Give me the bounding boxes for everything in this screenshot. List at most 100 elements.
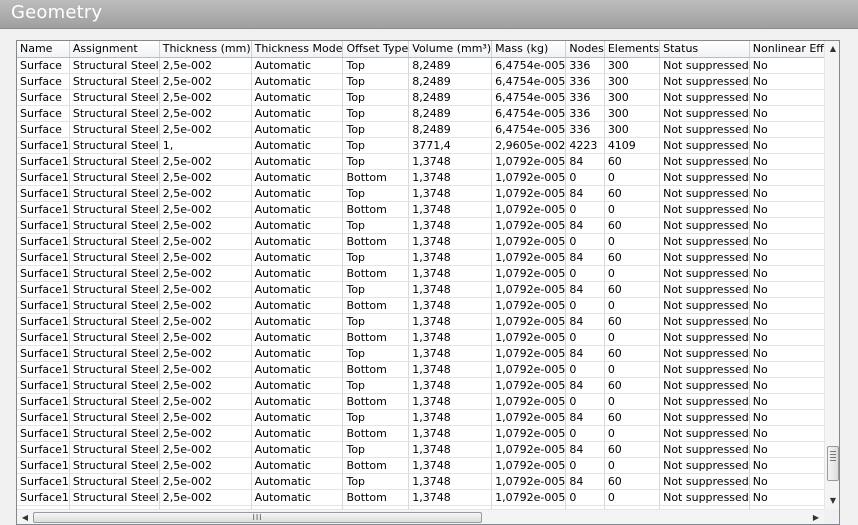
table-cell: Structural Steel xyxy=(69,393,160,410)
table-cell: Surface1 xyxy=(17,313,70,330)
table-cell: 1,0792e-005 xyxy=(491,489,567,506)
vertical-scroll-thumb[interactable] xyxy=(827,446,839,481)
column-header[interactable]: Thickness (mm) xyxy=(159,41,252,58)
table-cell: No xyxy=(749,249,824,266)
table-cell: Surface1 xyxy=(17,169,70,186)
table-cell: Bottom xyxy=(342,489,410,506)
column-header[interactable]: Nodes xyxy=(565,41,605,58)
column-header[interactable]: Thickness Mode xyxy=(251,41,344,58)
column-header[interactable]: Name xyxy=(17,41,70,58)
table-cell: 1,3748 xyxy=(408,473,493,490)
column-header[interactable]: Assignment xyxy=(69,41,160,58)
table-cell: Surface1 xyxy=(17,457,70,474)
table-cell: 1,0792e-005 xyxy=(491,217,567,234)
scroll-down-icon[interactable]: ▼ xyxy=(825,493,839,509)
table-row[interactable]: Surface Structural Steel 2,5e-002 Automatic… xyxy=(17,121,824,138)
table-cell: Bottom xyxy=(342,169,410,186)
table-cell: Top xyxy=(342,281,410,298)
table-cell: No xyxy=(749,105,824,122)
table-cell: No xyxy=(749,121,824,138)
column-header[interactable]: Nonlinear Effects xyxy=(749,41,824,58)
table-cell: Top xyxy=(342,73,410,90)
table-cell: 60 xyxy=(604,217,661,234)
table-cell: 1,3748 xyxy=(408,185,493,202)
table-cell: Not suppressed xyxy=(659,201,750,218)
table-cell: Structural Steel xyxy=(69,73,160,90)
table-row[interactable]: Surface1Structural Steel2,5e-002Automati… xyxy=(17,377,824,394)
table-cell: Automatic xyxy=(251,73,344,90)
table-cell: 1,0792e-005 xyxy=(491,361,567,378)
table-row[interactable]: Surface1Structural Steel2,5e-002Automati… xyxy=(17,313,824,330)
scroll-right-icon[interactable]: ▶ xyxy=(808,510,824,524)
geometry-table: Name Assignment Thickness (mm) Thickness Mo… xyxy=(17,41,824,509)
table-cell: 2,5e-002 xyxy=(159,345,252,362)
table-row[interactable]: Surface1Structural Steel2,5e-002Automati… xyxy=(17,489,824,506)
table-cell: 336 xyxy=(565,121,605,138)
scroll-left-icon[interactable]: ◀ xyxy=(17,510,33,524)
table-row[interactable]: Surface Structural Steel 2,5e-002 Automatic… xyxy=(17,105,824,122)
panel-titlebar: Geometry xyxy=(0,0,858,29)
table-cell: 1,0792e-005 xyxy=(491,313,567,330)
table-row[interactable]: Surface1Structural Steel2,5e-002Automati… xyxy=(17,457,824,474)
table-cell: 0 xyxy=(604,297,661,314)
scroll-up-icon[interactable]: ▲ xyxy=(825,41,839,57)
column-header[interactable]: Volume (mm³) xyxy=(408,41,493,58)
table-cell: 8,2489 xyxy=(408,105,493,122)
table-cell: Top xyxy=(342,57,410,74)
table-cell: 336 xyxy=(565,73,605,90)
table-cell: 2,5e-002 xyxy=(159,265,252,282)
table-row[interactable]: Surface1Structural Steel2,5e-002Automati… xyxy=(17,233,824,250)
table-cell: Top xyxy=(342,121,410,138)
table-cell: 60 xyxy=(604,345,661,362)
table-row[interactable]: Surface Structural Steel 2,5e-002 Automatic… xyxy=(17,57,824,74)
table-cell: 6,4754e-005 xyxy=(491,57,567,74)
table-row[interactable]: Surface1Structural Steel2,5e-002Automati… xyxy=(17,185,824,202)
table-cell: 0 xyxy=(565,233,605,250)
table-cell: Surface1 xyxy=(17,393,70,410)
table-cell: No xyxy=(749,441,824,458)
column-header[interactable]: Elements xyxy=(604,41,661,58)
table-cell: Top xyxy=(342,441,410,458)
table-row[interactable]: Surface1Structural Steel2,5e-002Automati… xyxy=(17,393,824,410)
table-cell: Automatic xyxy=(251,233,344,250)
table-cell: Structural Steel xyxy=(69,345,160,362)
table-row[interactable]: Surface1Structural Steel2,5e-002Automati… xyxy=(17,409,824,426)
column-header[interactable]: Mass (kg) xyxy=(491,41,567,58)
column-header[interactable]: Status xyxy=(659,41,750,58)
table-cell: Surface xyxy=(17,57,70,74)
table-row[interactable]: Surface1Structural Steel2,5e-002Automati… xyxy=(17,169,824,186)
table-row[interactable]: Surface1Structural Steel2,5e-002Automati… xyxy=(17,297,824,314)
table-row[interactable]: Surface1Structural Steel2,5e-002Automati… xyxy=(17,345,824,362)
table-cell: 1,0792e-005 xyxy=(491,249,567,266)
vertical-scrollbar[interactable]: ▲ ▼ xyxy=(824,41,839,509)
table-cell: Surface1 xyxy=(17,409,70,426)
table-row[interactable]: Surface1Structural Steel2,5e-002Automati… xyxy=(17,441,824,458)
table-cell: 1,3748 xyxy=(408,329,493,346)
horizontal-scroll-thumb[interactable]: III xyxy=(33,512,482,523)
horizontal-scrollbar[interactable]: ◀ III ▶ xyxy=(17,509,824,524)
worksheet-frame: Name Assignment Thickness (mm) Thickness Mo… xyxy=(16,40,840,525)
table-cell: 1,3748 xyxy=(408,153,493,170)
table-cell: 1, xyxy=(159,137,252,154)
table-cell: Surface1 xyxy=(17,297,70,314)
table-row[interactable]: Surface1Structural Steel2,5e-002Automati… xyxy=(17,265,824,282)
table-row[interactable]: Surface1 Structural Steel 1, Automatic Top 37… xyxy=(17,137,824,154)
table-row[interactable]: Surface Structural Steel 2,5e-002 Automatic… xyxy=(17,73,824,90)
table-row[interactable]: Surface1Structural Steel2,5e-002Automati… xyxy=(17,329,824,346)
table-row[interactable]: Surface1Structural Steel2,5e-002Automati… xyxy=(17,425,824,442)
table-row[interactable]: Surface1Structural Steel2,5e-002Automati… xyxy=(17,201,824,218)
table-row[interactable]: Surface1Structural Steel2,5e-002Automati… xyxy=(17,249,824,266)
table-row[interactable]: Surface1Structural Steel2,5e-002Automati… xyxy=(17,153,824,170)
table-cell: 1,0792e-005 xyxy=(491,297,567,314)
table-row[interactable]: Surface1Structural Steel2,5e-002Automati… xyxy=(17,361,824,378)
table-cell: Bottom xyxy=(342,457,410,474)
table-row[interactable]: Surface1Structural Steel2,5e-002Automati… xyxy=(17,473,824,490)
table-row[interactable]: Surface Structural Steel 2,5e-002 Automatic… xyxy=(17,89,824,106)
table-row[interactable]: Surface1Structural Steel2,5e-002Automati… xyxy=(17,281,824,298)
table-cell: 1,0792e-005 xyxy=(491,265,567,282)
table-cell: 60 xyxy=(604,185,661,202)
table-row[interactable]: Surface1Structural Steel2,5e-002Automati… xyxy=(17,217,824,234)
table-cell: 1,3748 xyxy=(408,409,493,426)
column-header[interactable]: Offset Type xyxy=(342,41,410,58)
table-cell: 2,5e-002 xyxy=(159,201,252,218)
